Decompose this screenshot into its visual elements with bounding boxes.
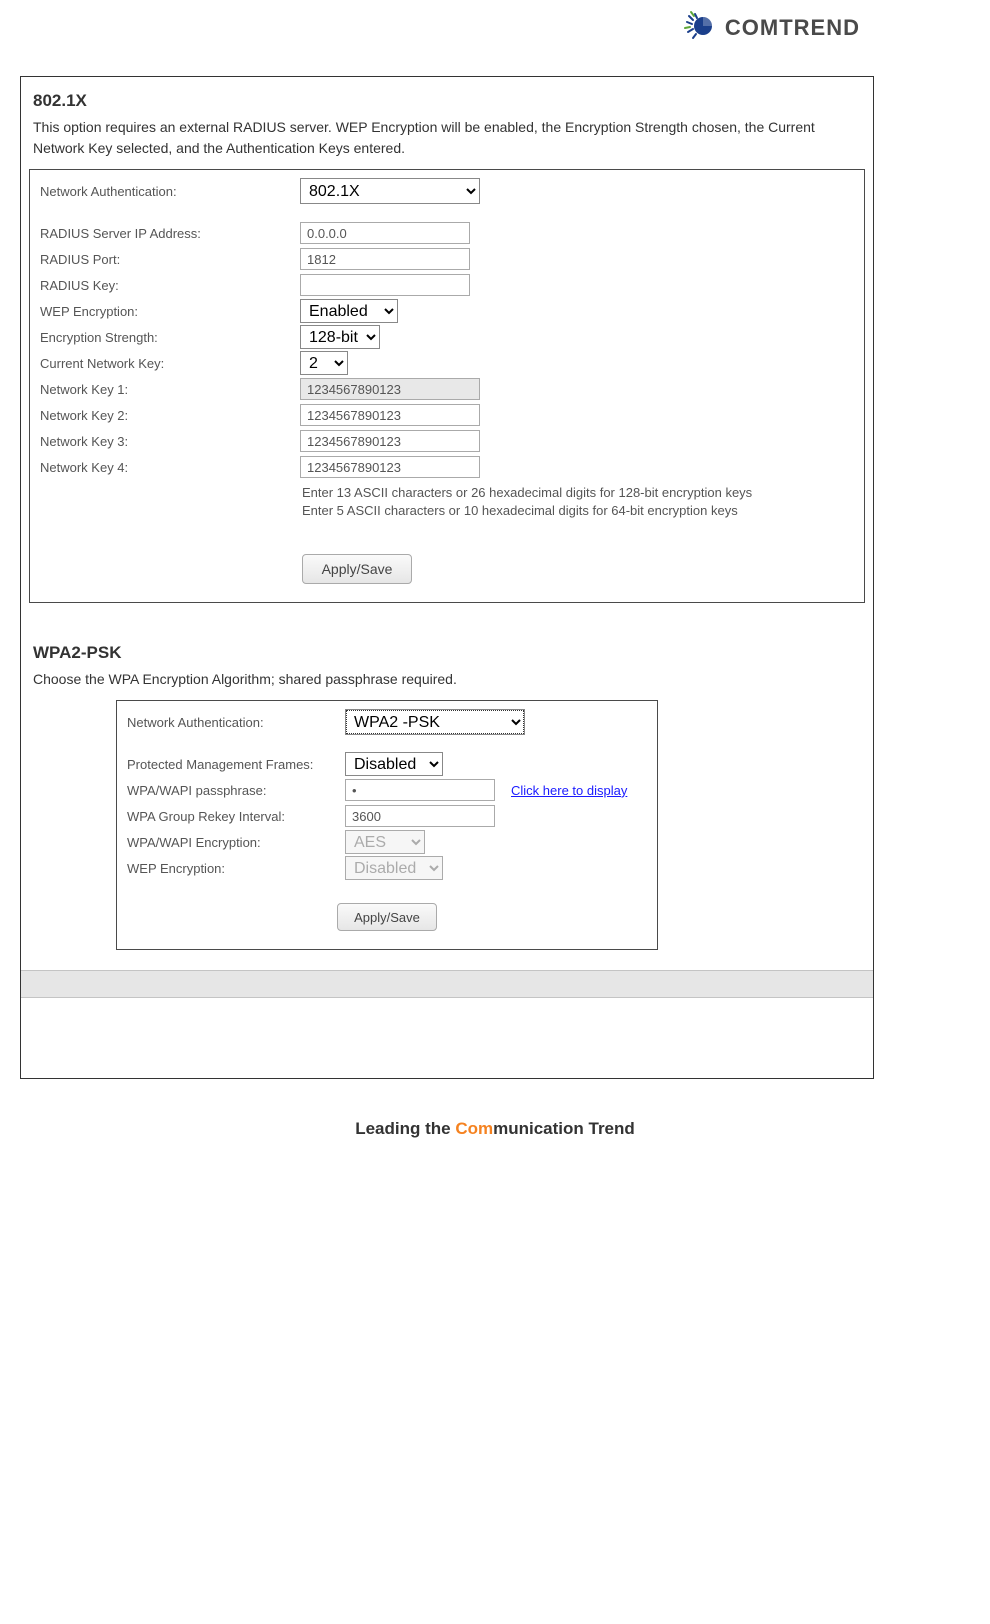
page-header: COMTREND [0, 0, 990, 66]
select-encryption-strength[interactable]: 128-bit [300, 325, 380, 349]
input-radius-ip[interactable] [300, 222, 470, 244]
section-title-8021x: 802.1X [33, 91, 873, 111]
brand-logo: COMTREND [681, 10, 860, 46]
label-wpa-encryption: WPA/WAPI Encryption: [127, 835, 345, 850]
input-rekey[interactable] [345, 805, 495, 827]
hint-line-2: Enter 5 ASCII characters or 10 hexadecim… [302, 502, 854, 520]
hint-text: Enter 13 ASCII characters or 26 hexadeci… [302, 480, 854, 526]
select-current-key[interactable]: 2 [300, 351, 348, 375]
section-desc-8021x: This option requires an external RADIUS … [33, 117, 861, 159]
section-desc-wpa2psk: Choose the WPA Encryption Algorithm; sha… [33, 669, 861, 690]
footer-tagline: Leading the Communication Trend [0, 1119, 990, 1139]
label-radius-key: RADIUS Key: [40, 278, 300, 293]
apply-save-button2[interactable]: Apply/Save [337, 903, 437, 931]
label-key2: Network Key 2: [40, 408, 300, 423]
content-frame: 802.1X This option requires an external … [20, 76, 874, 1079]
label-wep-encryption2: WEP Encryption: [127, 861, 345, 876]
label-key3: Network Key 3: [40, 434, 300, 449]
input-radius-key[interactable] [300, 274, 470, 296]
select-network-auth2[interactable]: WPA2 -PSK [345, 709, 525, 735]
select-wpa-encryption: AES [345, 830, 425, 854]
input-radius-port[interactable] [300, 248, 470, 270]
select-wep-encryption2: Disabled [345, 856, 443, 880]
panel-8021x: Network Authentication: 802.1X RADIUS Se… [29, 169, 865, 603]
label-network-auth: Network Authentication: [40, 184, 300, 199]
hint-line-1: Enter 13 ASCII characters or 26 hexadeci… [302, 484, 854, 502]
label-key1: Network Key 1: [40, 382, 300, 397]
label-encryption-strength: Encryption Strength: [40, 330, 300, 345]
description-body [21, 998, 873, 1068]
label-rekey: WPA Group Rekey Interval: [127, 809, 345, 824]
input-key1[interactable] [300, 378, 480, 400]
link-display-passphrase[interactable]: Click here to display [511, 783, 627, 798]
apply-save-button[interactable]: Apply/Save [302, 554, 412, 584]
label-passphrase: WPA/WAPI passphrase: [127, 783, 345, 798]
label-radius-ip: RADIUS Server IP Address: [40, 226, 300, 241]
input-key4[interactable] [300, 456, 480, 478]
label-wep-encryption: WEP Encryption: [40, 304, 300, 319]
brand-text: COMTREND [725, 15, 860, 41]
input-key2[interactable] [300, 404, 480, 426]
label-radius-port: RADIUS Port: [40, 252, 300, 267]
label-pmf: Protected Management Frames: [127, 757, 345, 772]
label-key4: Network Key 4: [40, 460, 300, 475]
select-wep-encryption[interactable]: Enabled [300, 299, 398, 323]
input-passphrase[interactable] [345, 779, 495, 801]
input-key3[interactable] [300, 430, 480, 452]
section-title-wpa2psk: WPA2-PSK [33, 643, 873, 663]
label-network-auth2: Network Authentication: [127, 715, 345, 730]
select-pmf[interactable]: Disabled [345, 752, 443, 776]
description-header [21, 970, 873, 998]
label-current-key: Current Network Key: [40, 356, 300, 371]
brand-mark-icon [681, 10, 717, 46]
select-network-auth[interactable]: 802.1X [300, 178, 480, 204]
panel-wpa2psk: Network Authentication: WPA2 -PSK Protec… [116, 700, 658, 950]
